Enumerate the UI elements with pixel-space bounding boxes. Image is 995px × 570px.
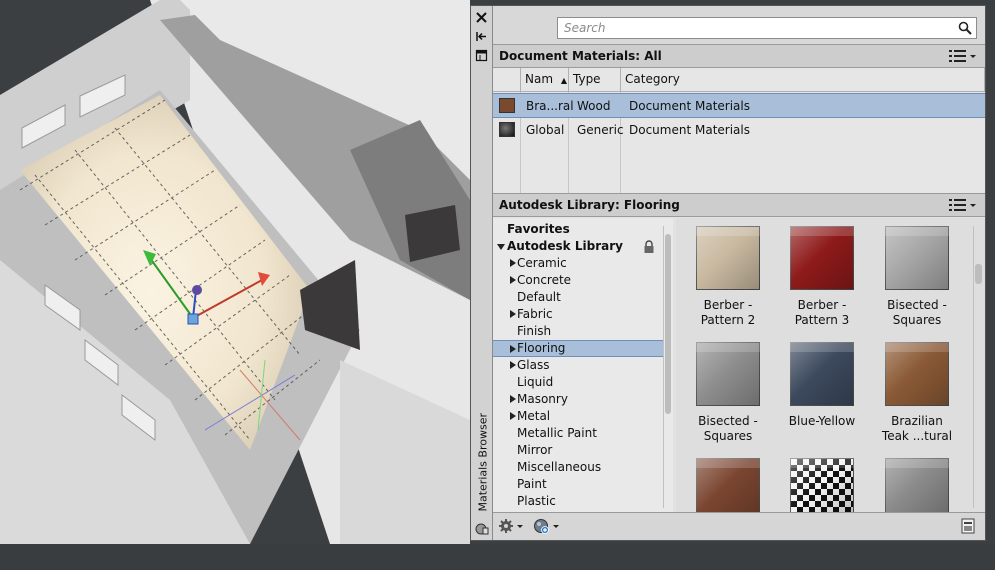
search-row xyxy=(493,6,985,44)
material-grid: Berber - Pattern 2 Berber - Pattern 3 Bisect… xyxy=(676,218,985,522)
tree-item-plastic[interactable]: Plastic xyxy=(493,493,663,510)
material-tile[interactable]: Blue-Yellow xyxy=(774,342,870,454)
material-swatch xyxy=(499,122,515,137)
material-label: Blue-Yellow xyxy=(788,414,856,428)
grid-scrollbar[interactable] xyxy=(973,226,983,508)
expand-icon[interactable] xyxy=(510,395,516,403)
tree-item-ceramic[interactable]: Ceramic xyxy=(493,255,663,272)
table-row[interactable]: Global Generic Document Materials xyxy=(493,118,985,143)
close-icon[interactable] xyxy=(474,11,489,24)
list-view-icon[interactable] xyxy=(949,49,977,63)
table-row[interactable]: Bra...ral Wood Document Materials xyxy=(493,93,985,118)
material-tile[interactable]: Bisected - Squares xyxy=(869,226,965,338)
expand-icon[interactable] xyxy=(510,345,516,353)
materials-browser-palette: Materials Browser Document Materials: Al… xyxy=(470,5,986,541)
palette-menu-icon[interactable] xyxy=(474,522,489,535)
tree-scrollbar[interactable] xyxy=(663,226,672,508)
library-title: Autodesk Library: Flooring xyxy=(499,198,680,212)
expand-icon[interactable] xyxy=(510,412,516,420)
materials-panel: Document Materials: All Nam ▲ Type Categ… xyxy=(493,6,985,540)
tree-item-default[interactable]: Default xyxy=(493,289,663,306)
material-swatch xyxy=(696,226,760,290)
column-header-category[interactable]: Category xyxy=(621,68,985,92)
list-view-icon[interactable] xyxy=(949,198,977,212)
expand-icon[interactable] xyxy=(510,259,516,267)
material-tile[interactable]: Bisected - Squares xyxy=(680,342,776,454)
tree-item-liquid[interactable]: Liquid xyxy=(493,374,663,391)
library-header: Autodesk Library: Flooring xyxy=(493,193,985,217)
create-material-icon[interactable] xyxy=(533,518,561,534)
tree-item-miscellaneous[interactable]: Miscellaneous xyxy=(493,459,663,476)
bottom-toolbar xyxy=(493,512,985,540)
tree-item-flooring[interactable]: Flooring xyxy=(493,340,663,357)
search-input[interactable] xyxy=(558,18,960,38)
material-swatch xyxy=(885,226,949,290)
expand-icon[interactable] xyxy=(510,361,516,369)
tree-item-autodesk-library[interactable]: Autodesk Library xyxy=(493,238,663,255)
palette-side-strip: Materials Browser xyxy=(471,6,493,540)
auto-hide-icon[interactable] xyxy=(474,30,489,43)
material-tile[interactable]: Berber - Pattern 3 xyxy=(774,226,870,338)
properties-icon[interactable] xyxy=(474,49,489,62)
material-swatch xyxy=(696,342,760,406)
tree-item-mirror[interactable]: Mirror xyxy=(493,442,663,459)
tree-item-fabric[interactable]: Fabric xyxy=(493,306,663,323)
search-box xyxy=(557,17,977,39)
lock-icon xyxy=(644,240,654,253)
material-swatch xyxy=(499,98,515,113)
material-tile[interactable]: Brazilian Teak ...tural xyxy=(869,342,965,454)
tree-item-masonry[interactable]: Masonry xyxy=(493,391,663,408)
table-header-thumb xyxy=(493,68,521,92)
search-icon[interactable] xyxy=(958,21,972,35)
palette-title: Materials Browser xyxy=(476,413,490,512)
collapse-icon[interactable] xyxy=(497,244,505,250)
gear-icon[interactable] xyxy=(499,518,525,534)
material-label: Bisected - Squares xyxy=(698,414,758,443)
tree-item-finish[interactable]: Finish xyxy=(493,323,663,340)
document-materials-title: Document Materials: All xyxy=(499,49,662,63)
document-materials-header: Document Materials: All xyxy=(493,44,985,68)
column-header-name[interactable]: Nam ▲ xyxy=(521,68,569,92)
library-tree: Favorites Autodesk Library Ceramic Concre… xyxy=(493,218,673,512)
document-materials-table: Nam ▲ Type Category Bra...ral Wood Docum… xyxy=(493,68,985,193)
material-tile[interactable]: Berber - Pattern 2 xyxy=(680,226,776,338)
tree-item-glass[interactable]: Glass xyxy=(493,357,663,374)
material-editor-icon[interactable] xyxy=(961,518,975,534)
expand-icon[interactable] xyxy=(510,276,516,284)
material-swatch xyxy=(790,342,854,406)
column-header-type[interactable]: Type xyxy=(569,68,621,92)
tree-item-concrete[interactable]: Concrete xyxy=(493,272,663,289)
material-label: Bisected - Squares xyxy=(887,298,947,327)
material-label: Brazilian Teak ...tural xyxy=(881,414,953,443)
material-label: Berber - Pattern 3 xyxy=(794,298,850,327)
tree-item-metallic-paint[interactable]: Metallic Paint xyxy=(493,425,663,442)
tree-item-metal[interactable]: Metal xyxy=(493,408,663,425)
material-swatch xyxy=(885,342,949,406)
expand-icon[interactable] xyxy=(510,310,516,318)
library-area: Favorites Autodesk Library Ceramic Concre… xyxy=(493,218,985,522)
material-label: Berber - Pattern 2 xyxy=(700,298,756,327)
material-swatch xyxy=(790,226,854,290)
sort-ascending-icon: ▲ xyxy=(560,76,568,85)
tree-item-favorites[interactable]: Favorites xyxy=(493,221,663,238)
tree-item-paint[interactable]: Paint xyxy=(493,476,663,493)
